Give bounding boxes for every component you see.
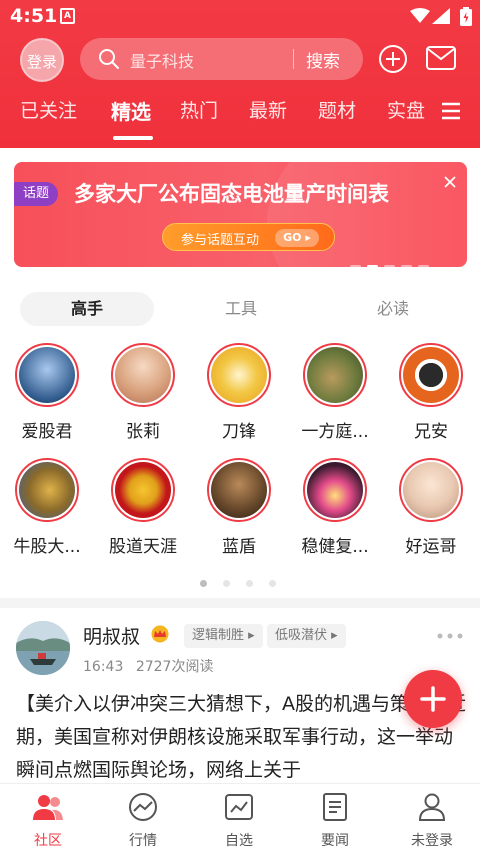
expert-avatar — [207, 343, 271, 407]
expert-name: 稳健复... — [301, 537, 369, 557]
news-icon — [323, 793, 347, 821]
nav-watchlist[interactable]: 自选 — [199, 792, 279, 850]
add-circle-icon[interactable] — [378, 44, 408, 74]
expert-name: 刀锋 — [222, 422, 256, 442]
expert-avatar — [15, 458, 79, 522]
post-reads: 2727次阅读 — [135, 659, 214, 675]
search-placeholder[interactable]: 量子科技 — [130, 48, 194, 72]
expert-pager — [200, 572, 292, 591]
nav-watchlist-label: 自选 — [225, 833, 253, 849]
nav-community-label: 社区 — [34, 833, 62, 849]
expert-name: 兄安 — [414, 422, 448, 442]
tab-latest[interactable]: 最新 — [249, 96, 287, 123]
section-switcher: 高手 工具 必读 — [20, 292, 462, 328]
expert-item[interactable]: 兄安 — [386, 343, 476, 442]
tab-hot[interactable]: 热门 — [180, 96, 218, 123]
expert-name: 爱股君 — [21, 422, 73, 442]
community-icon — [33, 795, 63, 820]
expert-avatar — [399, 343, 463, 407]
expert-item[interactable]: 稳健复... — [290, 458, 380, 557]
menu-icon[interactable] — [440, 101, 462, 121]
post-time: 16:43 — [83, 659, 124, 675]
expert-name: 张莉 — [126, 422, 160, 442]
status-bar: 4:51 A — [0, 0, 480, 34]
search-bar[interactable]: 量子科技 搜索 — [80, 38, 363, 80]
plus-icon — [420, 686, 446, 712]
nav-profile[interactable]: 未登录 — [392, 792, 472, 850]
expert-name: 股道天涯 — [109, 537, 177, 557]
signal-icon — [432, 8, 450, 24]
expert-item[interactable]: 爱股君 — [2, 343, 92, 442]
expert-avatar — [207, 458, 271, 522]
post-content[interactable]: 【美介入以伊冲突三大猜想下，A股的机遇与策略】近期，美国宣称对伊朗核设施采取军事… — [16, 688, 468, 783]
search-icon — [99, 49, 119, 69]
create-post-button[interactable] — [404, 670, 462, 728]
active-tab-indicator — [113, 136, 153, 140]
expert-avatar — [303, 343, 367, 407]
user-icon — [418, 793, 446, 821]
expert-item[interactable]: 刀锋 — [194, 343, 284, 442]
segment-experts[interactable]: 高手 — [20, 292, 154, 326]
expert-avatar — [399, 458, 463, 522]
join-topic-label: 参与话题互动 — [181, 233, 260, 248]
topic-tag: 话题 — [14, 182, 58, 206]
status-time: 4:51 — [10, 5, 58, 27]
expert-name: 好运哥 — [405, 537, 457, 557]
expert-item[interactable]: 股道天涯 — [98, 458, 188, 557]
watchlist-icon — [225, 794, 253, 820]
nav-market-label: 行情 — [129, 833, 157, 849]
wifi-icon — [410, 8, 430, 23]
banner-pager — [350, 253, 435, 267]
mail-icon[interactable] — [425, 45, 457, 71]
app-screen: 4:51 A 登录 量子科技 搜索 已关注 精选 热门 最新 题材 实盘 话题 … — [0, 0, 480, 853]
banner-title[interactable]: 多家大厂公布固态电池量产时间表 — [74, 178, 389, 208]
topic-banner[interactable]: 话题 多家大厂公布固态电池量产时间表 参与话题互动 GO ▸ — [14, 162, 467, 267]
nav-community[interactable]: 社区 — [8, 792, 88, 850]
nav-news-label: 要闻 — [321, 833, 349, 849]
tab-featured[interactable]: 精选 — [111, 96, 151, 125]
tab-following[interactable]: 已关注 — [20, 96, 77, 123]
login-avatar[interactable]: 登录 — [20, 38, 64, 82]
nav-profile-label: 未登录 — [411, 833, 453, 849]
author-avatar[interactable] — [16, 621, 70, 675]
close-icon[interactable] — [442, 174, 458, 190]
join-topic-button[interactable]: 参与话题互动 GO ▸ — [162, 223, 335, 251]
nav-market[interactable]: 行情 — [103, 792, 183, 850]
expert-item[interactable]: 好运哥 — [386, 458, 476, 557]
tab-topics[interactable]: 题材 — [318, 96, 356, 123]
expert-item[interactable]: 一方庭... — [290, 343, 380, 442]
expert-item[interactable]: 张莉 — [98, 343, 188, 442]
tab-live-trading[interactable]: 实盘 — [387, 96, 427, 123]
segment-tools[interactable]: 工具 — [174, 292, 308, 326]
expert-avatar — [111, 343, 175, 407]
author-tag[interactable]: 低吸潜伏 ▸ — [267, 624, 346, 648]
search-divider — [293, 49, 294, 69]
expert-item[interactable]: 牛股大... — [2, 458, 92, 557]
go-badge: GO ▸ — [275, 229, 319, 247]
section-divider — [0, 598, 480, 608]
battery-icon — [460, 7, 472, 26]
top-header: 4:51 A 登录 量子科技 搜索 已关注 精选 热门 最新 题材 实盘 — [0, 0, 480, 148]
post-meta: 16:43 2727次阅读 — [83, 656, 213, 676]
nav-news[interactable]: 要闻 — [295, 792, 375, 850]
notification-a-icon: A — [60, 8, 75, 24]
segment-must-read[interactable]: 必读 — [326, 292, 460, 326]
expert-avatar — [111, 458, 175, 522]
bottom-navigation: 社区 行情 自选 要闻 未登录 — [0, 783, 480, 853]
author-tag[interactable]: 逻辑制胜 ▸ — [184, 624, 263, 648]
expert-avatar — [303, 458, 367, 522]
expert-avatar — [15, 343, 79, 407]
search-button[interactable]: 搜索 — [306, 47, 340, 72]
market-icon — [129, 793, 157, 821]
expert-name: 一方庭... — [301, 422, 369, 442]
crown-icon — [151, 625, 169, 643]
channel-tabs: 已关注 精选 热门 最新 题材 实盘 — [0, 96, 480, 144]
author-name[interactable]: 明叔叔 — [83, 622, 140, 649]
expert-item[interactable]: 蓝盾 — [194, 458, 284, 557]
more-options-icon[interactable] — [436, 632, 464, 640]
expert-name: 蓝盾 — [222, 537, 256, 557]
expert-name: 牛股大... — [13, 537, 81, 557]
